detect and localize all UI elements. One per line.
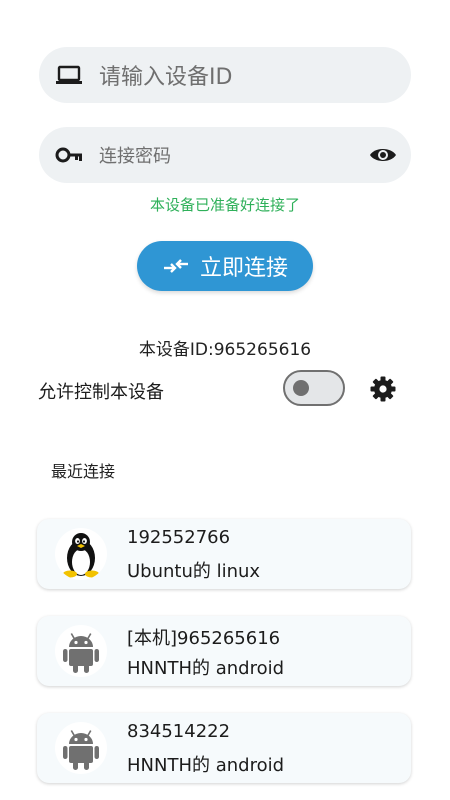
linux-penguin-icon <box>55 528 107 580</box>
laptop-icon <box>56 65 82 84</box>
recent-connection-item[interactable]: [本机]965265616 HNNTH的 android <box>37 616 411 686</box>
recent-connections-title: 最近连接 <box>51 462 116 481</box>
key-icon <box>55 147 82 163</box>
allow-control-toggle[interactable] <box>283 370 345 406</box>
recent-item-id: 834514222 <box>127 721 231 742</box>
connect-button[interactable]: 立即连接 <box>137 241 313 291</box>
toggle-knob <box>293 380 309 396</box>
local-device-id: 本设备ID:965265616 <box>138 340 312 360</box>
password-placeholder: 连接密码 <box>99 146 171 167</box>
gear-icon[interactable] <box>370 376 396 402</box>
recent-item-desc: HNNTH的 android <box>127 658 285 679</box>
password-input[interactable]: 连接密码 <box>39 127 411 183</box>
allow-control-label: 允许控制本设备 <box>38 382 164 403</box>
allow-control-row: 允许控制本设备 <box>38 370 410 410</box>
device-id-placeholder: 请输入设备ID <box>99 65 233 90</box>
eye-icon[interactable] <box>369 144 397 166</box>
connect-button-label: 立即连接 <box>199 256 288 281</box>
recent-item-desc: HNNTH的 android <box>127 755 285 776</box>
android-icon <box>55 722 107 774</box>
recent-item-id: [本机]965265616 <box>127 628 281 649</box>
recent-item-desc: Ubuntu的 linux <box>127 561 261 582</box>
recent-item-id: 192552766 <box>127 527 231 548</box>
status-text: 本设备已准备好连接了 <box>149 196 300 214</box>
android-icon <box>55 625 107 677</box>
swap-arrows-icon <box>163 259 188 273</box>
device-id-input[interactable]: 请输入设备ID <box>39 47 411 103</box>
recent-connection-item[interactable]: 834514222 HNNTH的 android <box>37 713 411 783</box>
recent-connection-item[interactable]: 192552766 Ubuntu的 linux <box>37 519 411 589</box>
